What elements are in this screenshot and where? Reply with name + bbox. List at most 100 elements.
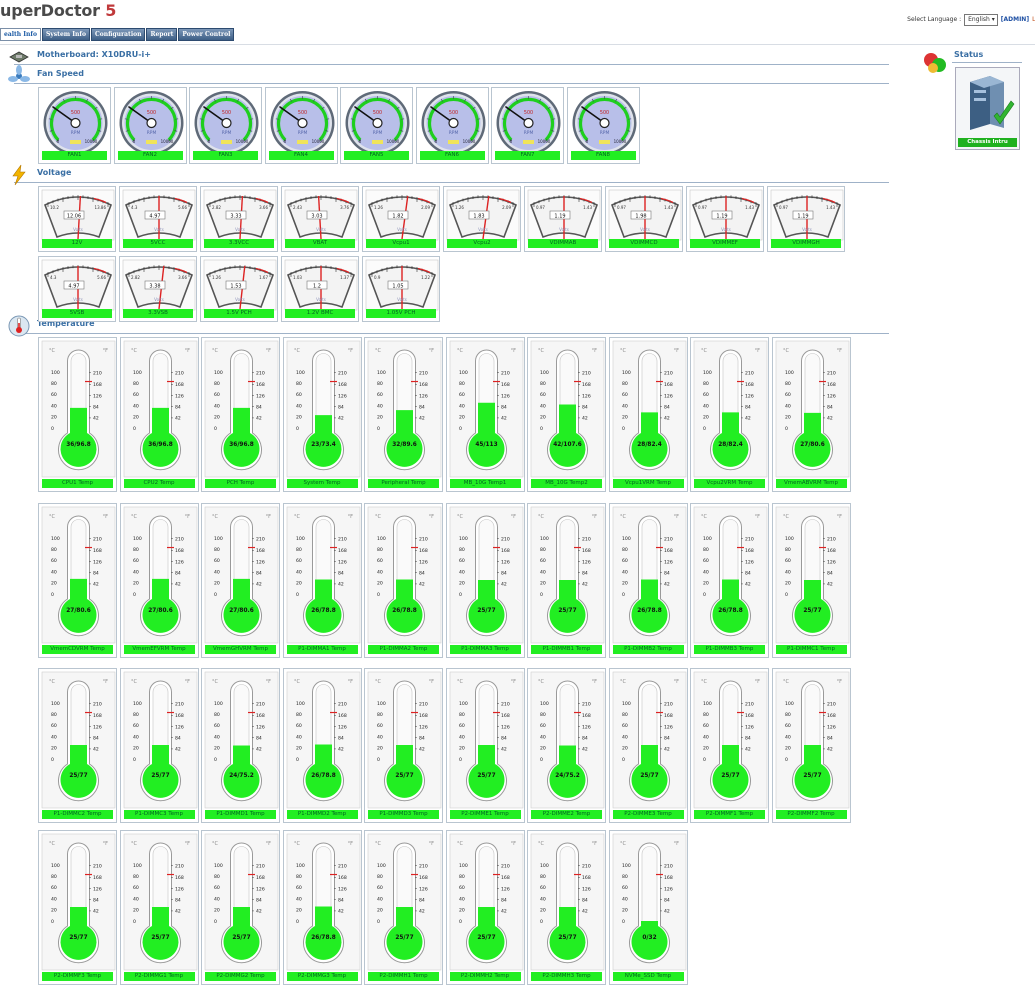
fahrenheit-tick: 42 xyxy=(827,747,833,753)
temperature-gauge[interactable]: °C°F100806040200210168126844242/107.6MB_… xyxy=(527,337,606,492)
voltage-gauge[interactable]: 1.031.371.2Volts1.2V BMC xyxy=(281,256,359,322)
temperature-gauge[interactable]: °C°F100806040200210168126844225/77P2-DIM… xyxy=(690,668,769,823)
temperature-gauge[interactable]: °C°F100806040200210168126844225/77P1-DIM… xyxy=(527,503,606,658)
thermometer: °C°F100806040200210168126844225/77 xyxy=(447,669,526,824)
celsius-tick: 0 xyxy=(214,592,217,598)
voltage-gauge[interactable]: 0.971.431.98VoltsVDIMMCD xyxy=(605,186,683,252)
temperature-gauge[interactable]: °C°F100806040200210168126844225/77P2-DIM… xyxy=(446,668,525,823)
temperature-gauge[interactable]: °C°F100806040200210168126844227/80.6Vmem… xyxy=(772,337,851,492)
fan-gauge[interactable]: 500RPM010000FAN4 xyxy=(265,87,338,164)
celsius-tick: 0 xyxy=(540,426,543,432)
fahrenheit-tick: 84 xyxy=(501,405,507,411)
fahrenheit-tick: 42 xyxy=(501,416,507,422)
fahrenheit-tick: 210 xyxy=(827,536,836,542)
temperature-gauge[interactable]: °C°F100806040200210168126844236/96.8CPU2… xyxy=(120,337,199,492)
voltage-gauge[interactable]: 0.971.431.19VoltsVDIMMEF xyxy=(686,186,764,252)
thermometer: °C°F100806040200210168126844227/80.6 xyxy=(39,504,118,659)
temperature-gauge[interactable]: °C°F100806040200210168126844226/78.8P1-D… xyxy=(690,503,769,658)
temperature-gauge[interactable]: °C°F100806040200210168126844225/77P1-DIM… xyxy=(364,668,443,823)
thermometer: °C°F100806040200210168126844223/73.4 xyxy=(284,338,363,493)
temperature-gauge[interactable]: °C°F100806040200210168126844236/96.8PCH … xyxy=(201,337,280,492)
temperature-gauge[interactable]: °C°F100806040200210168126844225/77P2-DIM… xyxy=(446,830,525,985)
fan-gauge[interactable]: 500RPM010000FAN8 xyxy=(567,87,640,164)
tab-health-info[interactable]: ealth Info xyxy=(0,28,41,41)
voltage-gauge[interactable]: 10.213.8612.06Volts12V xyxy=(38,186,116,252)
temperature-gauge[interactable]: °C°F100806040200210168126844224/75.2P2-D… xyxy=(527,668,606,823)
voltage-gauge[interactable]: 4.35.664.97Volts5VSB xyxy=(38,256,116,322)
temperature-gauge[interactable]: °C°F100806040200210168126844225/77P1-DIM… xyxy=(446,503,525,658)
fahrenheit-tick: 84 xyxy=(745,736,751,742)
temperature-gauge[interactable]: °C°F100806040200210168126844225/77P2-DIM… xyxy=(120,830,199,985)
voltage-unit: Volts xyxy=(316,297,326,302)
temperature-gauge[interactable]: °C°F100806040200210168126844226/78.8P1-D… xyxy=(283,668,362,823)
temperature-gauge[interactable]: °C°F100806040200210168126844227/80.6Vmem… xyxy=(38,503,117,658)
temperature-gauge[interactable]: °C°F100806040200210168126844223/73.4Syst… xyxy=(283,337,362,492)
fahrenheit-tick: 168 xyxy=(256,548,265,554)
temperature-gauge[interactable]: °C°F100806040200210168126844227/80.6Vmem… xyxy=(120,503,199,658)
temperature-gauge[interactable]: °C°F100806040200210168126844226/78.8P1-D… xyxy=(609,503,688,658)
temperature-gauge[interactable]: °C°F100806040200210168126844225/77P2-DIM… xyxy=(609,668,688,823)
tab-configuration[interactable]: Configuration xyxy=(91,28,146,41)
voltage-gauge[interactable]: 2.823.663.33Volts3.3VCC xyxy=(200,186,278,252)
fahrenheit-tick: 84 xyxy=(419,571,425,577)
temperature-gauge[interactable]: °C°F100806040200210168126844225/77P1-DIM… xyxy=(120,668,199,823)
fahrenheit-tick: 126 xyxy=(256,393,265,399)
voltage-gauge[interactable]: 4.35.664.97Volts5VCC xyxy=(119,186,197,252)
thermometer: °C°F100806040200210168126844236/96.8 xyxy=(121,338,200,493)
temperature-gauge[interactable]: °C°F100806040200210168126844245/113MB_10… xyxy=(446,337,525,492)
temperature-gauge[interactable]: °C°F100806040200210168126844225/77P1-DIM… xyxy=(38,668,117,823)
voltage-gauge[interactable]: 0.971.431.19VoltsVDIMMGH xyxy=(767,186,845,252)
temperature-gauge[interactable]: °C°F100806040200210168126844227/80.6Vmem… xyxy=(201,503,280,658)
fahrenheit-tick: 168 xyxy=(338,713,347,719)
fan-gauge[interactable]: 500RPM010000FAN1 xyxy=(38,87,111,164)
temperature-gauge[interactable]: °C°F100806040200210168126844226/78.8P1-D… xyxy=(283,503,362,658)
voltage-gauge[interactable]: 0.91.221.05Volts1.05V PCH xyxy=(362,256,440,322)
temperature-gauge[interactable]: °C°F100806040200210168126844226/78.8P2-D… xyxy=(283,830,362,985)
fahrenheit-tick: 84 xyxy=(175,736,181,742)
fahrenheit-tick: 84 xyxy=(175,571,181,577)
celsius-tick: 0 xyxy=(51,592,54,598)
fahrenheit-tick: 210 xyxy=(419,370,428,376)
chassis-intrusion-tile[interactable]: Chassis Intru xyxy=(955,67,1020,150)
fan-gauge[interactable]: 500RPM010000FAN2 xyxy=(114,87,187,164)
temperature-gauge[interactable]: °C°F100806040200210168126844226/78.8P1-D… xyxy=(364,503,443,658)
tab-power-control[interactable]: Power Control xyxy=(178,28,234,41)
temperature-gauge[interactable]: °C°F10080604020021016812684420/32NVMe_SS… xyxy=(609,830,688,985)
celsius-tick: 20 xyxy=(296,415,302,421)
fahrenheit-tick: 84 xyxy=(745,571,751,577)
celsius-tick: 60 xyxy=(540,392,546,398)
temperature-gauge[interactable]: °C°F100806040200210168126844228/82.4Vcpu… xyxy=(690,337,769,492)
temperature-gauge[interactable]: °C°F100806040200210168126844224/75.2P1-D… xyxy=(201,668,280,823)
celsius-tick: 100 xyxy=(296,370,305,376)
fahrenheit-tick: 168 xyxy=(745,382,754,388)
voltage-gauge[interactable]: 2.433.763.03VoltsVBAT xyxy=(281,186,359,252)
voltage-gauge[interactable]: 0.971.431.19VoltsVDIMMAB xyxy=(524,186,602,252)
temperature-gauge[interactable]: °C°F100806040200210168126844225/77P2-DIM… xyxy=(527,830,606,985)
celsius-tick: 80 xyxy=(785,712,791,718)
voltage-gauge[interactable]: 2.823.663.38Volts3.3VSB xyxy=(119,256,197,322)
tab-report[interactable]: Report xyxy=(146,28,177,41)
fan-gauge[interactable]: 500RPM010000FAN7 xyxy=(491,87,564,164)
fan-gauge[interactable]: 500RPM010000FAN5 xyxy=(340,87,413,164)
tab-system-info[interactable]: System Info xyxy=(42,28,90,41)
voltage-max: 1.43 xyxy=(583,205,592,210)
voltage-gauge[interactable]: 1.261.671.53Volts1.5V PCH xyxy=(200,256,278,322)
temperature-gauge[interactable]: °C°F100806040200210168126844232/89.6Peri… xyxy=(364,337,443,492)
fahrenheit-tick: 210 xyxy=(582,370,591,376)
fahrenheit-tick: 126 xyxy=(827,393,836,399)
temperature-gauge[interactable]: °C°F100806040200210168126844225/77P2-DIM… xyxy=(38,830,117,985)
celsius-tick: 60 xyxy=(377,885,383,891)
temperature-gauge[interactable]: °C°F100806040200210168126844236/96.8CPU1… xyxy=(38,337,117,492)
temperature-gauge[interactable]: °C°F100806040200210168126844225/77P2-DIM… xyxy=(201,830,280,985)
temperature-gauge[interactable]: °C°F100806040200210168126844228/82.4Vcpu… xyxy=(609,337,688,492)
thermometer: °C°F100806040200210168126844225/77 xyxy=(528,504,607,659)
fan-gauge[interactable]: 500RPM010000FAN6 xyxy=(416,87,489,164)
voltage-gauge[interactable]: 1.262.091.82VoltsVcpu1 xyxy=(362,186,440,252)
temperature-gauge[interactable]: °C°F100806040200210168126844225/77P1-DIM… xyxy=(772,503,851,658)
voltage-gauge[interactable]: 1.262.091.83VoltsVcpu2 xyxy=(443,186,521,252)
celsius-tick: 0 xyxy=(540,919,543,925)
language-select[interactable]: English ▾ xyxy=(964,14,998,26)
fan-gauge[interactable]: 500RPM010000FAN3 xyxy=(189,87,262,164)
temperature-gauge[interactable]: °C°F100806040200210168126844225/77P2-DIM… xyxy=(772,668,851,823)
temperature-gauge[interactable]: °C°F100806040200210168126844225/77P2-DIM… xyxy=(364,830,443,985)
